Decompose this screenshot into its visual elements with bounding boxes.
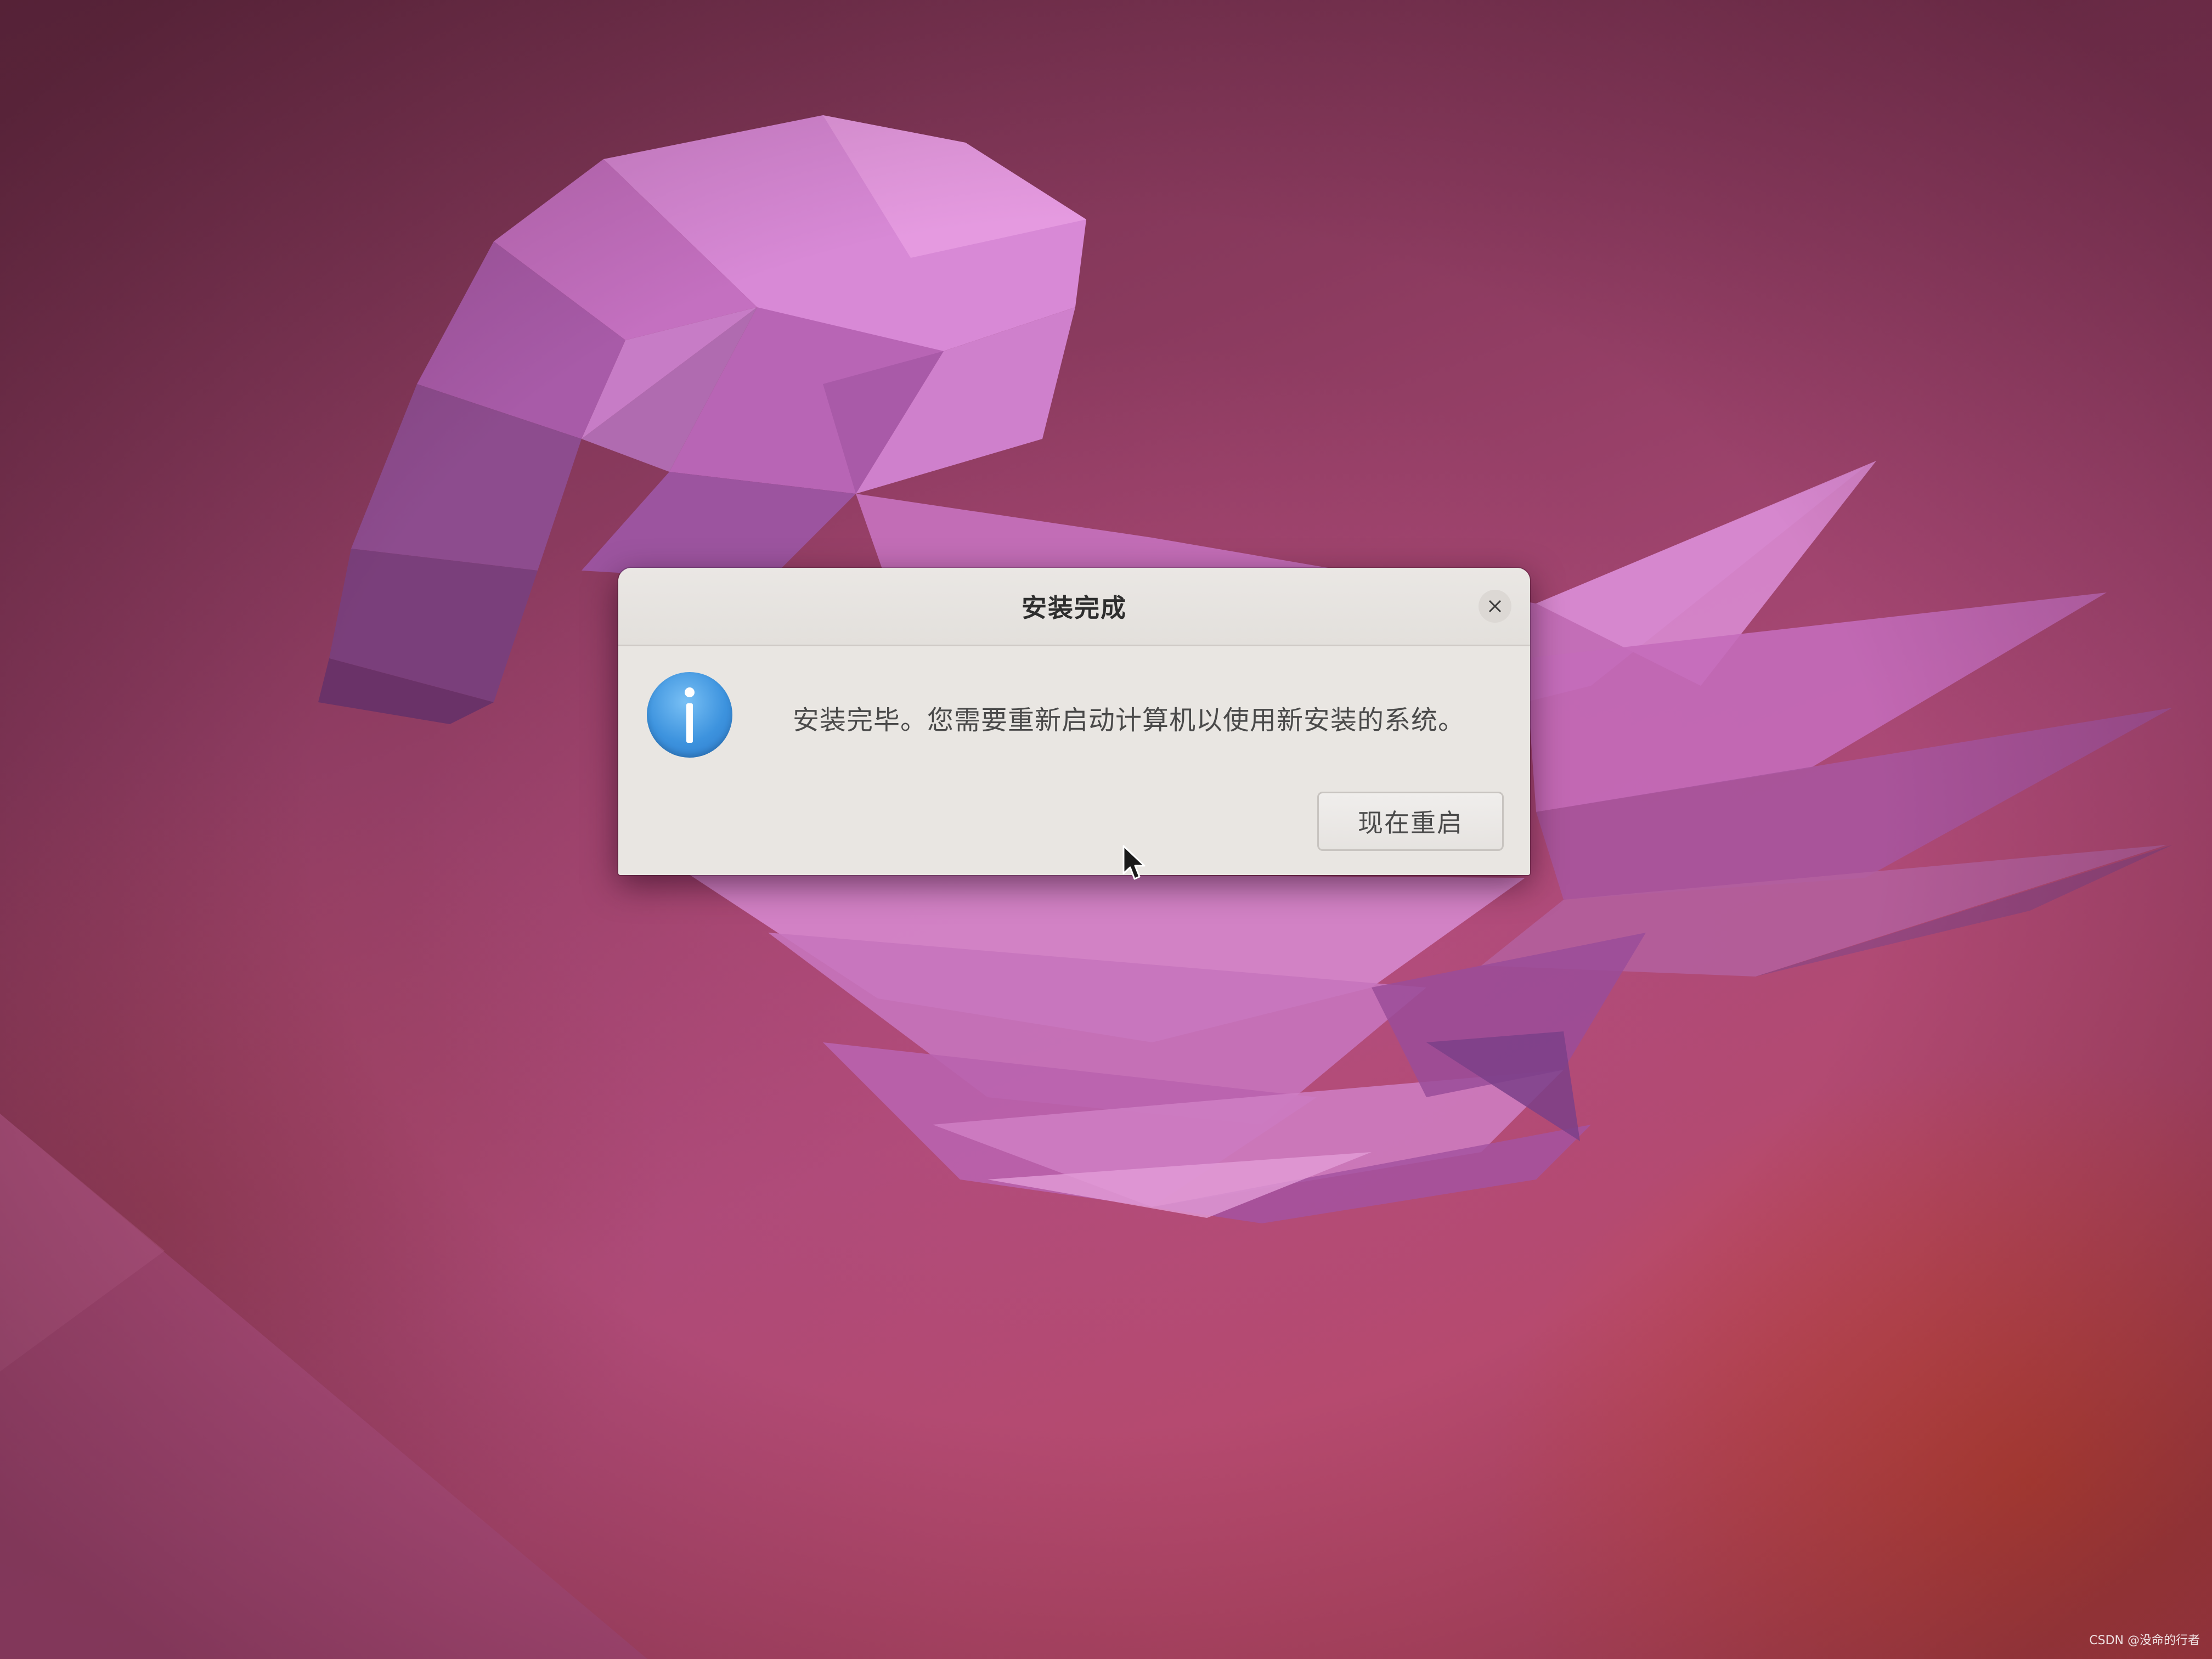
- info-icon: [647, 672, 732, 758]
- close-icon: [1488, 600, 1502, 613]
- restart-now-button[interactable]: 现在重启: [1317, 792, 1504, 851]
- mouse-pointer-icon: [1122, 845, 1146, 880]
- dialog-titlebar: 安装完成: [618, 568, 1530, 646]
- close-button[interactable]: [1479, 590, 1511, 623]
- dialog-message: 安装完毕。您需要重新启动计算机以使用新安装的系统。: [793, 705, 1465, 736]
- install-complete-dialog: 安装完成 安装完毕。您需要重新启动计算机以使用新安装的系统。 现在重启: [618, 568, 1530, 875]
- dialog-title: 安装完成: [1022, 593, 1127, 623]
- dialog-content: 安装完毕。您需要重新启动计算机以使用新安装的系统。 现在重启: [618, 646, 1530, 875]
- watermark: CSDN @没命的行者: [2089, 1634, 2200, 1647]
